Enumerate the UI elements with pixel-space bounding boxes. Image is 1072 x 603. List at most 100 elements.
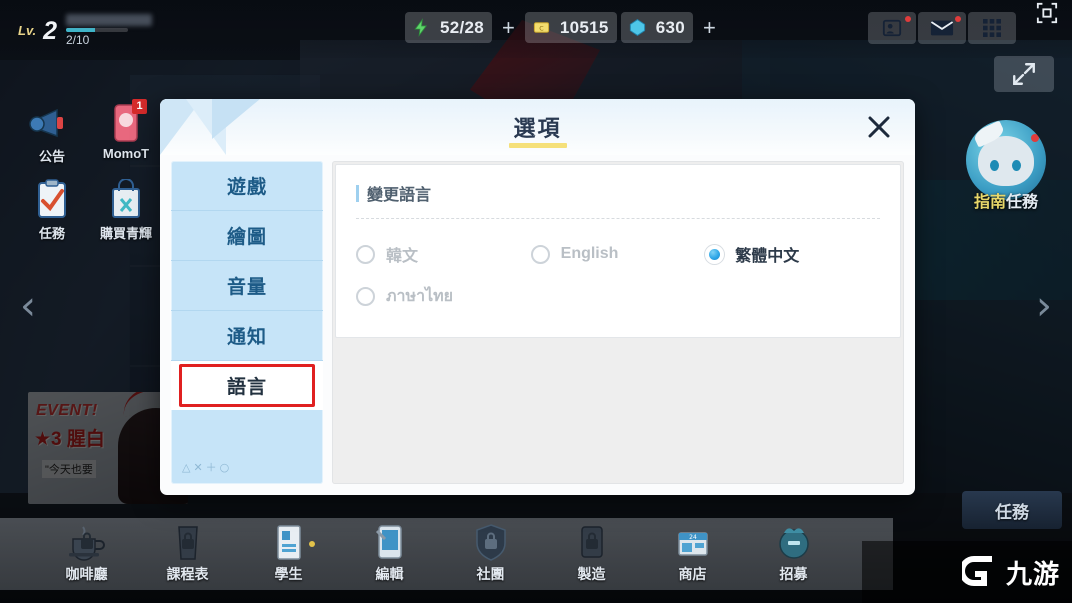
add-energy-button[interactable]: + (496, 16, 521, 39)
xp-bar (65, 28, 128, 32)
level-number: 2 (43, 17, 57, 45)
nav-item-craft[interactable]: 製造 (541, 523, 642, 590)
language-settings-card: 變更語言 韓文 English 繁體中文 ภาษาไทย (335, 164, 901, 338)
contacts-icon (882, 19, 902, 37)
credit-icon: C (533, 22, 550, 33)
dialog-header: 選項 (160, 99, 915, 155)
language-option-english[interactable]: English (530, 233, 706, 275)
recruit-icon (772, 523, 816, 563)
dialog-content-panel: 變更語言 韓文 English 繁體中文 ภาษาไทย (332, 161, 904, 484)
task-shortcut-button[interactable]: 任務 (962, 491, 1062, 529)
close-button[interactable] (859, 107, 899, 147)
energy-icon (414, 18, 428, 37)
language-option-english-label: English (560, 245, 619, 262)
game-screen: EVENT! ★3 腥白 "今天也要 Lv. 2 2/10 52/28 (0, 0, 1072, 603)
nav-item-recruit[interactable]: 招募 (743, 523, 844, 590)
menu-item-task-label: 任務 (38, 226, 65, 241)
language-option-korean[interactable]: 韓文 (356, 233, 531, 275)
add-gem-button[interactable]: + (697, 16, 722, 39)
nav-item-club[interactable]: 社團 (440, 523, 541, 590)
shopping-bag-icon (103, 178, 149, 221)
momotalk-badge: 1 (132, 99, 147, 114)
contacts-notification-dot (905, 16, 911, 22)
watermark-text: 九游 (1005, 558, 1060, 589)
avatar-eye-left (990, 160, 999, 171)
nav-item-edit[interactable]: 編輯 (339, 523, 440, 590)
language-option-korean-label: 韓文 (386, 248, 419, 265)
nav-item-cafe-label: 咖啡廳 (65, 566, 108, 582)
nav-item-craft-label: 製造 (577, 566, 606, 582)
language-option-traditional-chinese[interactable]: 繁體中文 (705, 233, 880, 275)
nav-item-student-label: 學生 (274, 566, 303, 582)
menu-item-shop-pack-label: 購買青輝 (99, 226, 152, 241)
currency-energy-value: 52/28 (440, 17, 485, 37)
currency-energy[interactable]: 52/28 (405, 12, 493, 43)
nav-item-recruit-label: 招募 (779, 566, 808, 582)
nav-item-shop-label: 商店 (678, 566, 707, 582)
nav-item-shop[interactable]: 24 商店 (642, 523, 743, 590)
options-dialog: 選項 遊戲 繪圖 音量 通知 語言 △✕＋○ 變更語言 韓文 English 繁… (160, 99, 915, 495)
nav-item-schedule-label: 課程表 (166, 566, 209, 582)
schedule-icon (166, 523, 210, 563)
language-option-traditional-chinese-label: 繁體中文 (735, 248, 800, 265)
next-arrow-button[interactable]: › (1028, 286, 1060, 328)
hud-right-buttons (868, 12, 1016, 44)
lock-icon (484, 532, 497, 549)
menu-item-notice[interactable]: 公告 (22, 102, 82, 165)
currency-gem-value: 630 (655, 17, 685, 37)
svg-text:C: C (539, 25, 544, 32)
nav-item-edit-label: 編輯 (375, 566, 404, 582)
language-radio-group: 韓文 English 繁體中文 ภาษาไทย (356, 233, 880, 317)
student-card-icon (267, 523, 311, 563)
shop-icon: 24 (671, 523, 715, 563)
screen-capture-icon[interactable] (1036, 2, 1058, 24)
sidebar-item-volume[interactable]: 音量 (171, 261, 323, 311)
grid-menu-button[interactable] (968, 12, 1016, 44)
xp-bar-fill (65, 28, 95, 32)
club-shield-icon (469, 523, 513, 563)
menu-item-task[interactable]: 任務 (22, 179, 82, 242)
craft-icon (570, 523, 614, 563)
section-accent-bar (356, 184, 359, 202)
player-level-box[interactable]: Lv. 2 2/10 (18, 14, 152, 46)
bottom-navigation-bar: 咖啡廳 課程表 學生 編輯 社團 製造 24 商店 招募 (0, 518, 893, 590)
clipboard-icon (29, 179, 75, 221)
radio-circle-selected-icon (705, 244, 725, 264)
dialog-sidebar: 遊戲 繪圖 音量 通知 語言 △✕＋○ (171, 161, 323, 484)
guide-notification-dot (1031, 134, 1039, 142)
nav-item-club-label: 社團 (476, 566, 505, 582)
guide-mission-button[interactable]: 指南任務 (958, 120, 1054, 212)
grid-menu-icon (983, 19, 1001, 37)
radio-circle-icon (530, 244, 550, 264)
radio-circle-icon (356, 244, 375, 264)
prev-arrow-button[interactable]: ‹ (12, 286, 44, 328)
left-icon-menu: 公告 1 MomoT 任務 購買青輝 (22, 99, 172, 256)
contacts-button[interactable] (868, 12, 916, 44)
currency-gem[interactable]: 630 (620, 12, 693, 43)
expand-button[interactable] (994, 56, 1054, 92)
sidebar-item-notification[interactable]: 通知 (171, 311, 323, 361)
student-notification-dot (309, 541, 315, 547)
sidebar-item-game[interactable]: 遊戲 (171, 161, 323, 211)
language-option-thai[interactable]: ภาษาไทย (356, 275, 531, 317)
dialog-body: 遊戲 繪圖 音量 通知 語言 △✕＋○ 變更語言 韓文 English 繁體中文… (160, 155, 915, 495)
sidebar-item-language[interactable]: 語言 (171, 361, 323, 410)
guide-label-highlight: 指南 (973, 194, 1006, 211)
currency-row: 52/28 + C 10515 630 + (405, 12, 722, 43)
lock-icon (585, 532, 598, 549)
menu-item-momotalk[interactable]: 1 MomoT (96, 99, 156, 165)
nav-item-student[interactable]: 學生 (238, 523, 339, 590)
sidebar-item-graphics[interactable]: 繪圖 (171, 211, 323, 261)
nine-game-logo-icon (961, 556, 992, 586)
nav-item-cafe[interactable]: 咖啡廳 (36, 523, 137, 590)
controller-hints: △✕＋○ (182, 461, 233, 474)
megaphone-icon (29, 102, 75, 144)
currency-credit[interactable]: C 10515 (524, 12, 617, 43)
menu-item-shop-pack[interactable]: 購買青輝 (96, 178, 156, 242)
mail-notification-dot (955, 16, 961, 22)
mail-button[interactable] (918, 12, 966, 44)
dialog-title: 選項 (513, 116, 562, 141)
expand-arrows-icon (1013, 63, 1035, 85)
nav-item-schedule[interactable]: 課程表 (137, 523, 238, 590)
guide-label-rest: 任務 (1006, 194, 1039, 211)
